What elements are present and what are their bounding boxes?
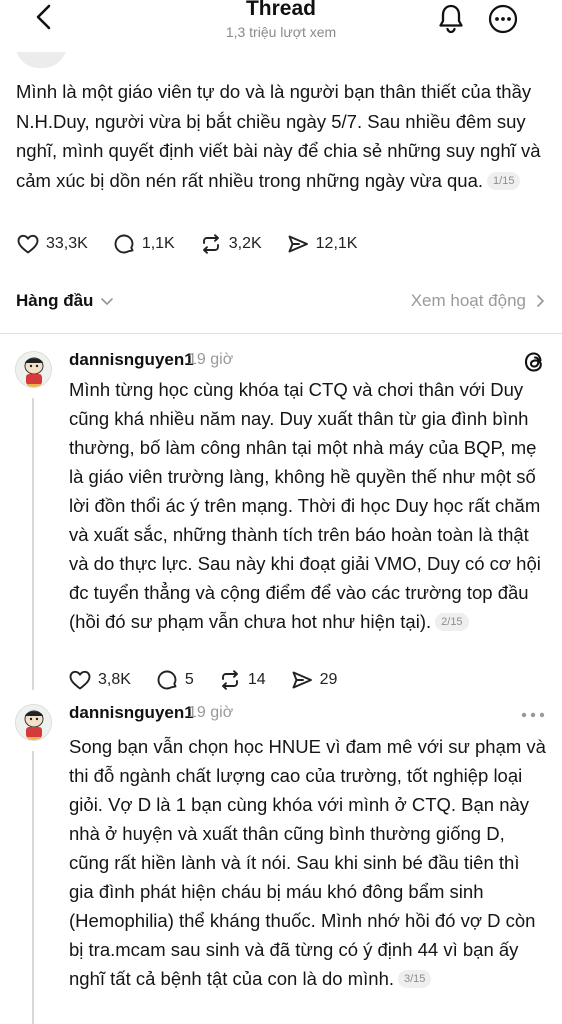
reply-actions: 3,8K 5 14 29 [68, 668, 361, 692]
post-text: Mình là một giáo viên tự do và là người … [16, 77, 546, 195]
more-icon [488, 4, 518, 34]
sort-bar: Hàng đầu Xem hoạt động [0, 286, 562, 322]
divider [0, 333, 562, 334]
like-button[interactable]: 33,3K [16, 232, 88, 256]
post-actions: 33,3K 1,1K 3,2K 12,1K [16, 232, 381, 256]
send-icon [288, 235, 308, 253]
reply-text: Mình từng học cùng khóa tại CTQ và chơi … [69, 375, 547, 636]
page-counter-badge: 3/15 [398, 970, 432, 988]
notification-button[interactable] [436, 2, 466, 34]
reply-username[interactable]: dannisnguyen1 [69, 350, 194, 370]
repost-count: 3,2K [228, 235, 262, 252]
bell-icon [439, 4, 463, 34]
heart-icon [69, 670, 91, 690]
avatar[interactable] [15, 351, 52, 388]
view-count: 1,3 triệu lượt xem [225, 24, 337, 40]
reply-body: Song bạn vẫn chọn học HNUE vì đam mê với… [69, 736, 546, 989]
sort-label: Hàng đầu [16, 291, 94, 310]
repost-icon [221, 670, 238, 690]
comment-icon [157, 670, 177, 690]
sort-dropdown[interactable]: Hàng đầu [16, 291, 115, 311]
comment-button[interactable]: 1,1K [112, 232, 175, 256]
reply-timestamp: 19 giờ [188, 351, 234, 368]
view-activity-label: Xem hoạt động [410, 291, 526, 310]
like-button[interactable]: 3,8K [68, 668, 131, 692]
top-bar: Thread 1,3 triệu lượt xem [0, 0, 562, 52]
avatar-image [16, 352, 51, 387]
chevron-right-icon [537, 295, 544, 307]
share-count: 29 [319, 671, 338, 688]
repost-count: 14 [247, 671, 266, 688]
share-button[interactable]: 29 [290, 668, 338, 692]
share-button[interactable]: 12,1K [286, 232, 358, 256]
reply-username[interactable]: dannisnguyen1 [69, 703, 194, 723]
threads-logo-icon [524, 352, 542, 372]
reply-text: Song bạn vẫn chọn học HNUE vì đam mê với… [69, 732, 547, 993]
send-icon [292, 671, 312, 689]
page-counter-badge: 2/15 [435, 613, 469, 631]
like-count: 3,8K [98, 671, 131, 688]
comment-icon [114, 234, 134, 254]
repost-icon [202, 234, 219, 254]
reply-timestamp: 19 giờ [188, 704, 234, 721]
repost-button[interactable]: 14 [218, 668, 266, 692]
header-title-group: Thread 1,3 triệu lượt xem [0, 0, 562, 41]
view-activity-link[interactable]: Xem hoạt động [411, 291, 548, 311]
reply-body: Mình từng học cùng khóa tại CTQ và chơi … [69, 379, 541, 632]
thread-line [32, 398, 34, 690]
share-count: 12,1K [315, 235, 358, 252]
post-body: Mình là một giáo viên tự do và là người … [16, 81, 541, 191]
avatar-image [16, 705, 51, 740]
comment-button[interactable]: 5 [155, 668, 194, 692]
comment-count: 5 [184, 671, 194, 688]
repost-button[interactable]: 3,2K [199, 232, 262, 256]
comment-count: 1,1K [141, 235, 175, 252]
chevron-down-icon [101, 298, 114, 305]
heart-icon [17, 234, 39, 254]
thread-line [32, 751, 34, 1024]
like-count: 33,3K [46, 235, 88, 252]
avatar[interactable] [15, 704, 52, 741]
more-options-button[interactable] [488, 4, 518, 34]
page-counter-badge: 1/15 [487, 171, 521, 190]
page-title: Thread [245, 0, 316, 20]
more-horizontal-icon[interactable] [520, 710, 546, 720]
